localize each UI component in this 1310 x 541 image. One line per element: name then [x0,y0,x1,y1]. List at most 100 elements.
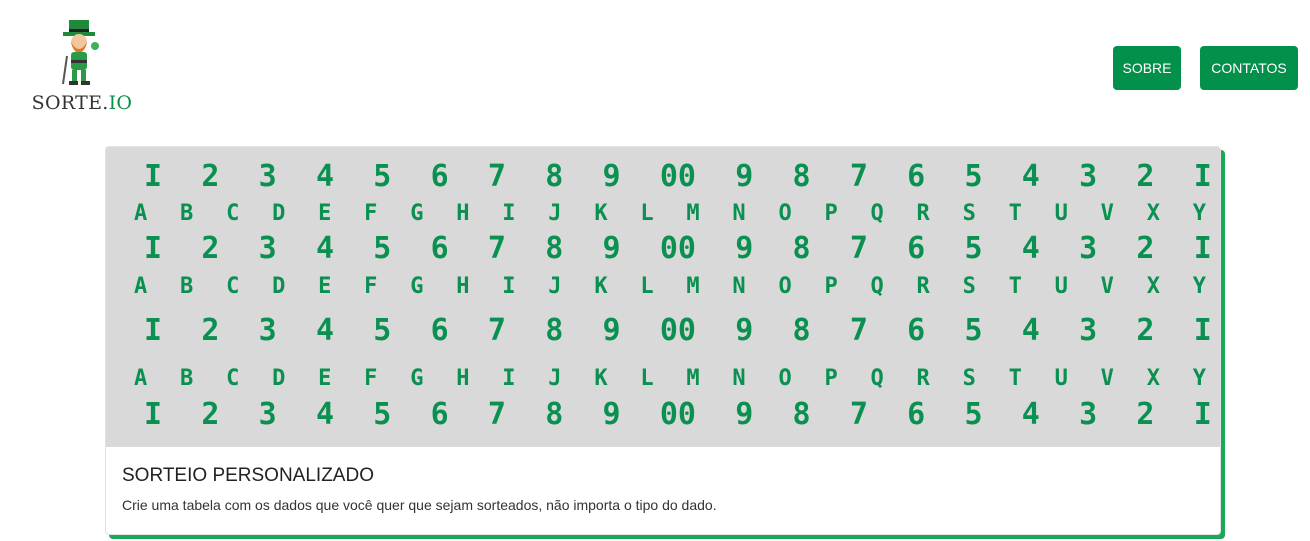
glyph: 9 [602,313,621,348]
glyph: I [1193,397,1212,432]
number-row: I 2 3 4 5 6 7 8 9 00 9 8 7 6 5 4 3 2 I [144,159,1212,194]
glyph: L [640,366,654,391]
glyph: T [1008,274,1022,299]
glyph: 2 [201,313,220,348]
glyph: 3 [1079,313,1098,348]
glyph: F [364,274,378,299]
glyph: O [778,366,792,391]
glyph: 00 [659,159,696,194]
glyph: X [1146,366,1160,391]
glyph: C [226,366,240,391]
glyph: 5 [373,313,392,348]
glyph: 6 [907,159,926,194]
glyph: 5 [964,397,983,432]
glyph: U [1054,366,1068,391]
glyph: M [686,201,700,226]
glyph: 4 [315,159,334,194]
glyph: S [962,366,976,391]
glyph: I [502,274,516,299]
glyph: R [916,366,930,391]
glyph: K [594,274,608,299]
contatos-button[interactable]: CONTATOS [1200,46,1298,90]
glyph: 5 [373,397,392,432]
glyph: 4 [1021,397,1040,432]
glyph: 8 [792,231,811,266]
glyph: B [180,274,194,299]
glyph: P [824,201,838,226]
glyph: 4 [1021,231,1040,266]
glyph: 8 [545,159,564,194]
glyph: J [548,274,562,299]
glyph: 6 [907,397,926,432]
glyph: 2 [201,159,220,194]
sorteio-personalizado-card[interactable]: I 2 3 4 5 6 7 8 9 00 9 8 7 6 5 4 3 2 I I 2 3 4 5 6 7 8 9 00 9 8 7 6 5 4 3 2 I… [105,146,1221,535]
glyph: 4 [1021,159,1040,194]
glyph: I [502,201,516,226]
glyph: Y [1192,366,1206,391]
glyph: 3 [258,159,277,194]
brand-logo[interactable]: SORTE.IO [30,18,134,114]
glyph: H [456,274,470,299]
glyph: 4 [315,397,334,432]
glyph: N [732,274,746,299]
glyph: 6 [430,231,449,266]
glyph: 2 [201,231,220,266]
letter-row: ABCDEFGHIJKLMNOPQRSTUVXY [134,274,1206,299]
glyph: 3 [1079,231,1098,266]
glyph: F [364,201,378,226]
glyph: 7 [487,231,506,266]
glyph: 2 [1136,231,1155,266]
glyph: 3 [1079,159,1098,194]
card-body: SORTEIO PERSONALIZADO Crie uma tabela co… [106,447,1220,531]
glyph: 4 [315,231,334,266]
glyph: I [502,366,516,391]
glyph: 4 [1021,313,1040,348]
glyph: 9 [602,231,621,266]
glyph: 5 [964,313,983,348]
glyph: M [686,274,700,299]
glyph: J [548,366,562,391]
glyph: G [410,274,424,299]
glyph: 5 [964,231,983,266]
glyph: 8 [792,313,811,348]
glyph: V [1100,366,1114,391]
glyph: 00 [659,313,696,348]
glyph: 7 [487,397,506,432]
glyph: Y [1192,274,1206,299]
sobre-button[interactable]: SOBRE [1113,46,1181,90]
glyph: U [1054,274,1068,299]
glyph: A [134,274,148,299]
glyph: 2 [1136,313,1155,348]
glyph: 8 [792,397,811,432]
glyph: E [318,201,332,226]
glyph: C [226,201,240,226]
glyph: T [1008,366,1022,391]
glyph: Q [870,274,884,299]
glyph: 9 [735,313,754,348]
glyph: 9 [602,159,621,194]
glyph: L [640,274,654,299]
glyph: K [594,366,608,391]
glyph: R [916,201,930,226]
number-row: I 2 3 4 5 6 7 8 9 00 9 8 7 6 5 4 3 2 I [144,231,1212,266]
glyph: D [272,366,286,391]
glyph: 6 [907,231,926,266]
glyph: I [144,397,163,432]
glyph: 8 [545,397,564,432]
glyph: I [1193,313,1212,348]
glyph: H [456,201,470,226]
glyph: Q [870,366,884,391]
glyph: 7 [487,159,506,194]
glyph: O [778,274,792,299]
glyph: 9 [735,397,754,432]
glyph: 8 [792,159,811,194]
glyph: 8 [545,231,564,266]
glyph: 6 [430,313,449,348]
glyph: Y [1192,201,1206,226]
glyph: 3 [1079,397,1098,432]
glyph: T [1008,201,1022,226]
glyph: 6 [907,313,926,348]
glyph: I [144,159,163,194]
glyph: B [180,366,194,391]
glyph: S [962,201,976,226]
